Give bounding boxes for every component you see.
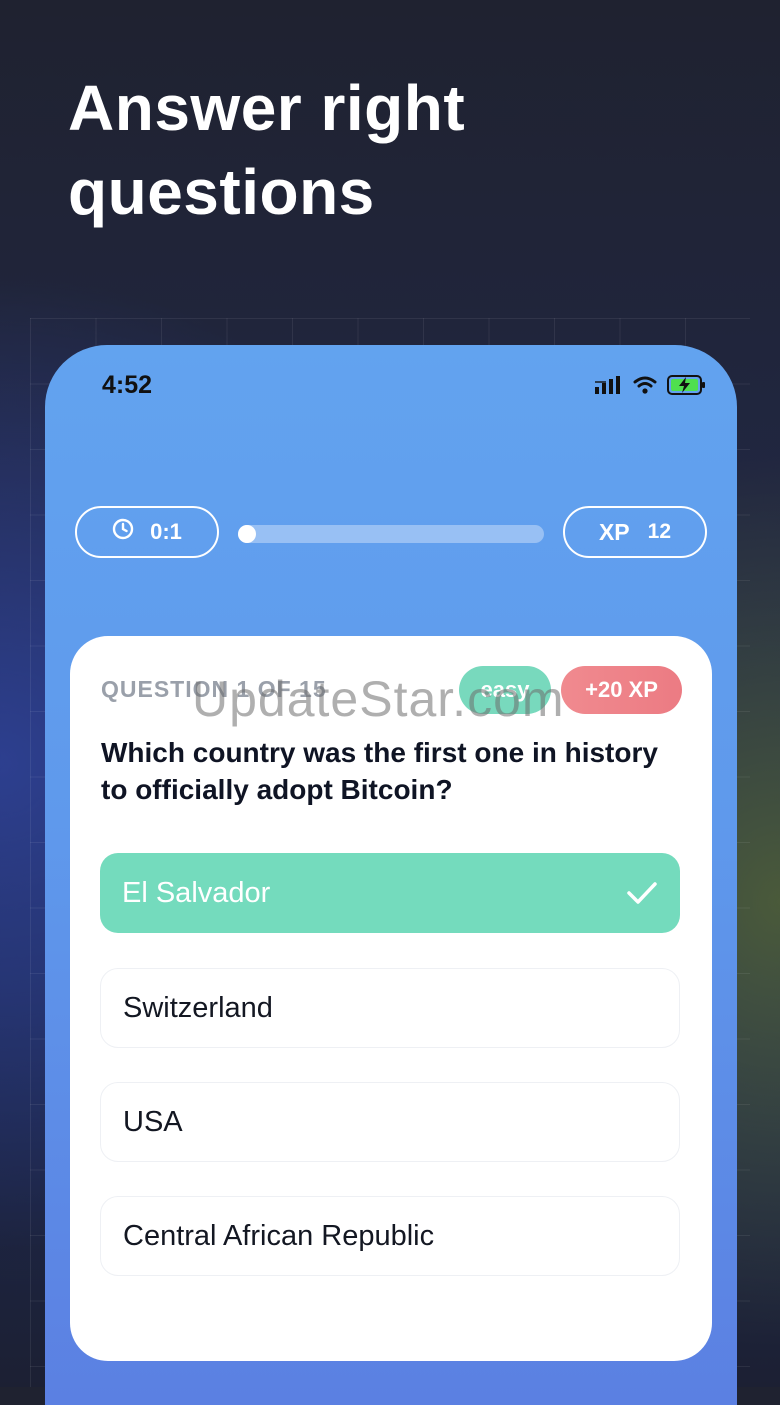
answer-option-el-salvador[interactable]: El Salvador bbox=[100, 853, 680, 933]
question-text: Which country was the first one in histo… bbox=[101, 737, 658, 805]
signal-icon bbox=[595, 376, 623, 399]
xp-pill: XP 12 bbox=[563, 506, 707, 558]
battery-charging-icon bbox=[667, 375, 707, 400]
question-progress-bar bbox=[238, 525, 544, 543]
headline-line-2: questions bbox=[68, 156, 375, 228]
difficulty-badge: easy bbox=[459, 666, 551, 714]
question-counter: QUESTION 1 OF 15 bbox=[101, 676, 327, 702]
answer-label: El Salvador bbox=[122, 876, 271, 909]
status-time: 4:52 bbox=[102, 371, 153, 399]
answer-label: Central African Republic bbox=[123, 1219, 435, 1252]
answer-label: USA bbox=[123, 1105, 183, 1138]
xp-label: XP bbox=[598, 518, 630, 545]
answer-option-usa[interactable]: USA bbox=[100, 1082, 680, 1162]
clock-icon bbox=[112, 518, 134, 546]
timer-value: 0:1 bbox=[150, 519, 182, 544]
checkmark-icon bbox=[626, 880, 658, 906]
headline: Answer right questions bbox=[68, 66, 465, 234]
answer-label: Switzerland bbox=[123, 991, 273, 1024]
wifi-icon bbox=[633, 376, 657, 399]
xp-value: 12 bbox=[647, 520, 672, 543]
answer-option-switzerland[interactable]: Switzerland bbox=[100, 968, 680, 1048]
answer-option-central-african-republic[interactable]: Central African Republic bbox=[100, 1196, 680, 1276]
question-card: QUESTION 1 OF 15 easy +20 XP Which count… bbox=[70, 636, 712, 1361]
timer-pill: 0:1 bbox=[75, 506, 219, 558]
xp-reward-badge: +20 XP bbox=[561, 666, 682, 714]
status-icons bbox=[595, 375, 707, 400]
phone-screen: 4:52 0:1 XP 12 QUESTION 1 OF 15 easy +20… bbox=[45, 345, 737, 1405]
headline-line-1: Answer right bbox=[68, 72, 466, 144]
progress-fill bbox=[238, 525, 257, 543]
